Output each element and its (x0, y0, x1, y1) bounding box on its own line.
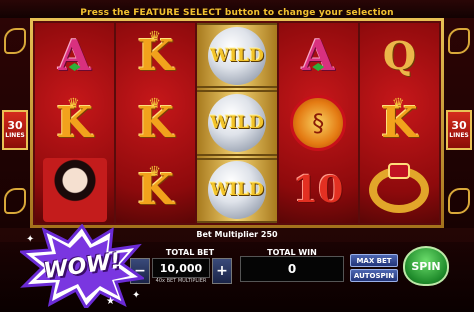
lines-badge-left: 30 LINES (2, 110, 28, 150)
wow-label: WOW! (41, 248, 123, 284)
wild-pearl-icon: WILD (208, 161, 266, 220)
symbol-cell: ♛ K (360, 90, 439, 155)
spin-button[interactable]: SPIN (403, 246, 449, 286)
symbol-cell: ♛ K (35, 90, 114, 155)
reels-frame: A ♛ K ♛ K ♛ K ♛ K WILD WILD WILD A § 10 … (30, 18, 444, 228)
symbol-wild: WILD (210, 112, 264, 133)
crown-icon: ♛ (67, 96, 80, 113)
ruby-stone (388, 163, 411, 180)
left-ornament: 30 LINES (0, 18, 30, 228)
symbol-cell: ♛ K (116, 158, 195, 223)
bet-increase-button[interactable]: + (212, 258, 232, 284)
lines-label: LINES (5, 132, 25, 139)
lines-label: LINES (449, 132, 469, 139)
symbol-q: Q (382, 32, 416, 78)
reel-2: ♛ K ♛ K ♛ K (116, 23, 196, 223)
total-bet-value: 10,000 (152, 258, 210, 278)
top-message-bar: Press the FEATURE SELECT button to chang… (0, 0, 474, 18)
reel-5: Q ♛ K (359, 23, 440, 223)
symbol-cell: WILD (197, 157, 277, 223)
reel-4: A § 10 (278, 23, 358, 223)
wild-pearl-icon: WILD (208, 26, 266, 85)
crown-icon: ♛ (148, 96, 161, 113)
reels-area: A ♛ K ♛ K ♛ K ♛ K WILD WILD WILD A § 10 … (33, 21, 441, 225)
lines-count: 30 (7, 119, 23, 132)
symbol-wild: WILD (210, 45, 264, 66)
feature-select-message: Press the FEATURE SELECT button to chang… (80, 8, 394, 18)
reel-1: A ♛ K (35, 23, 115, 223)
gold-scroll-icon (448, 28, 470, 54)
symbol-cell: WILD (197, 90, 277, 156)
crown-icon: ♛ (391, 96, 405, 113)
gold-scroll-icon (448, 188, 470, 214)
slot-game: Press the FEATURE SELECT button to chang… (0, 0, 474, 312)
crown-icon: ♛ (148, 29, 161, 45)
lines-count: 30 (451, 119, 467, 132)
symbol-cell: ♛ K (116, 23, 195, 88)
symbol-cell (360, 158, 439, 223)
sparkle-icon: ✦ (26, 234, 35, 245)
max-bet-button[interactable]: MAX BET (350, 254, 398, 267)
symbol-cell (35, 158, 114, 223)
sparkle-icon: ✦ (132, 290, 141, 301)
gold-scroll-icon (4, 28, 26, 54)
wow-burst: WOW! ✦ ✦ ★ (18, 223, 146, 311)
symbol-cell: 10 (279, 158, 358, 223)
geisha-character-icon (42, 158, 107, 223)
total-bet-label: TOTAL BET (165, 248, 215, 257)
symbol-10: 10 (293, 169, 344, 212)
symbol-cell: Q (360, 23, 439, 88)
dragon-coin-icon: § (290, 94, 347, 151)
total-win-value: 0 (240, 256, 344, 282)
ruby-ring-icon (369, 163, 430, 214)
right-ornament: 30 LINES (444, 18, 474, 228)
gold-scroll-icon (4, 188, 26, 214)
symbol-wild: WILD (210, 180, 264, 201)
symbol-cell: WILD (197, 23, 277, 89)
wild-pearl-icon: WILD (208, 93, 266, 152)
symbol-cell: ♛ K (116, 90, 195, 155)
symbol-cell: A (35, 23, 114, 88)
sparkle-icon: ★ (106, 296, 115, 307)
reel-3-wild: WILD WILD WILD (197, 23, 277, 223)
symbol-cell: A (279, 23, 358, 88)
autospin-button[interactable]: AUTOSPIN (350, 269, 398, 282)
bet-multiplier-note: 40x BET MULTIPLIER (155, 278, 207, 284)
lines-badge-right: 30 LINES (446, 110, 472, 150)
crown-icon: ♛ (148, 163, 161, 180)
symbol-cell: § (279, 90, 358, 155)
